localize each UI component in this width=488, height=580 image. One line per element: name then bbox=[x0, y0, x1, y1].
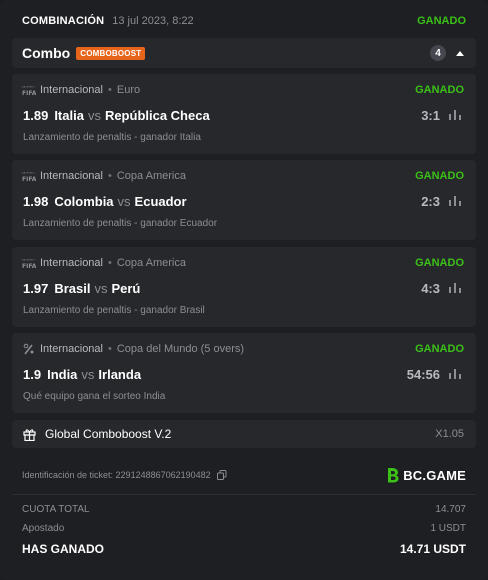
bet-competition: Copa del Mundo (5 overs) bbox=[116, 343, 245, 355]
match-score: 2:3 bbox=[421, 193, 440, 209]
bet-result: GANADO bbox=[415, 257, 464, 269]
bet-league: ᴱᴬˢᴾᴼᴿᵀˢ FIFA Internacional • Copa Americ… bbox=[22, 169, 464, 183]
total-odds-row: CUOTA TOTAL 14.707 bbox=[22, 501, 466, 517]
bet-league: ᴱᴬˢᴾᴼᴿᵀˢ FIFA Internacional • Copa Americ… bbox=[22, 256, 464, 270]
away-team[interactable]: Ecuador bbox=[135, 194, 187, 209]
svg-text:FIFA: FIFA bbox=[22, 263, 36, 269]
global-comboboost-row: Global Comboboost V.2 X1.05 bbox=[12, 420, 476, 448]
vs-label: vs bbox=[117, 193, 131, 209]
copy-icon[interactable] bbox=[216, 470, 227, 480]
bet-market: Lanzamiento de penaltis - ganador Ecuado… bbox=[23, 218, 218, 229]
bet-league: ᴱᴬˢᴾᴼᴿᵀˢ FIFA Internacional • Euro GANADO bbox=[22, 83, 464, 97]
stats-icon[interactable] bbox=[448, 108, 462, 122]
bet-competition: Euro bbox=[116, 84, 141, 96]
cricket-icon bbox=[22, 342, 36, 356]
stats-icon[interactable] bbox=[448, 281, 462, 295]
selection-count-badge: 4 bbox=[430, 45, 446, 61]
gift-icon bbox=[22, 427, 36, 441]
bet-type: COMBINACIÓN bbox=[22, 15, 105, 27]
bet-market: Lanzamiento de penaltis - ganador Italia bbox=[23, 132, 201, 143]
bet-category: Internacional bbox=[40, 343, 103, 355]
bcgame-logo: BC.GAME bbox=[386, 467, 466, 483]
match-score: 3:1 bbox=[421, 107, 440, 123]
comboboost-multiplier: X1.05 bbox=[435, 428, 464, 440]
stats-icon[interactable] bbox=[448, 367, 462, 381]
bet-match: 1.89 Italia vs República Checa 3:1 bbox=[23, 106, 462, 124]
comboboost-badge: COMBOBOOST bbox=[76, 46, 146, 60]
vs-label: vs bbox=[81, 366, 95, 382]
bet-market: Lanzamiento de penaltis - ganador Brasil bbox=[23, 305, 205, 316]
total-odds-label: CUOTA TOTAL bbox=[22, 503, 90, 515]
comboboost-label: Global Comboboost V.2 bbox=[45, 427, 172, 441]
vs-label: vs bbox=[87, 107, 101, 123]
ticket-status: GANADO bbox=[417, 15, 466, 27]
bet-result: GANADO bbox=[415, 170, 464, 182]
bet-market: Qué equipo gana el sorteo India bbox=[23, 391, 166, 402]
fifa-icon: ᴱᴬˢᴾᴼᴿᵀˢ FIFA bbox=[22, 256, 36, 270]
home-team[interactable]: India bbox=[47, 367, 77, 382]
bet-ticket-card: COMBINACIÓN 13 jul 2023, 8:22 GANADO Com… bbox=[0, 0, 488, 580]
away-team[interactable]: Perú bbox=[111, 281, 140, 296]
fifa-icon: ᴱᴬˢᴾᴼᴿᵀˢ FIFA bbox=[22, 83, 36, 97]
bet-match: 1.98 Colombia vs Ecuador 2:3 bbox=[23, 192, 462, 210]
bet-selection: Internacional • Copa del Mundo (5 overs)… bbox=[12, 333, 476, 413]
bet-selection: ᴱᴬˢᴾᴼᴿᵀˢ FIFA Internacional • Copa Americ… bbox=[12, 160, 476, 240]
bet-result: GANADO bbox=[415, 343, 464, 355]
bet-competition: Copa America bbox=[116, 170, 186, 182]
bet-odds: 1.9 bbox=[23, 366, 42, 382]
total-odds-value: 14.707 bbox=[435, 503, 466, 515]
summary-divider bbox=[12, 494, 476, 495]
match-score: 54:56 bbox=[406, 366, 440, 382]
home-team[interactable]: Colombia bbox=[54, 194, 113, 209]
svg-text:FIFA: FIFA bbox=[22, 176, 36, 182]
home-team[interactable]: Brasil bbox=[54, 281, 90, 296]
away-team[interactable]: República Checa bbox=[105, 108, 210, 123]
home-team[interactable]: Italia bbox=[54, 108, 84, 123]
ticket-header: COMBINACIÓN 13 jul 2023, 8:22 GANADO bbox=[22, 12, 466, 30]
winnings-row: HAS GANADO 14.71 USDT bbox=[22, 541, 466, 557]
bet-odds: 1.98 bbox=[23, 193, 49, 209]
staked-label: Apostado bbox=[22, 522, 65, 534]
bet-odds: 1.89 bbox=[23, 107, 49, 123]
ticket-id: Identificación de ticket: 22912488670621… bbox=[22, 470, 211, 480]
bet-category: Internacional bbox=[40, 84, 103, 96]
staked-value: 1 USDT bbox=[430, 522, 466, 534]
bet-competition: Copa America bbox=[116, 257, 186, 269]
bet-match: 1.9 India vs Irlanda 54:56 bbox=[23, 365, 462, 383]
combo-toggle[interactable]: Combo COMBOBOOST 4 bbox=[12, 38, 476, 68]
brand-name: BC.GAME bbox=[403, 467, 466, 483]
svg-text:FIFA: FIFA bbox=[22, 90, 36, 96]
winnings-value: 14.71 USDT bbox=[399, 542, 466, 556]
bet-match: 1.97 Brasil vs Perú 4:3 bbox=[23, 279, 462, 297]
staked-row: Apostado 1 USDT bbox=[22, 520, 466, 536]
bet-date: 13 jul 2023, 8:22 bbox=[112, 15, 194, 27]
away-team[interactable]: Irlanda bbox=[98, 367, 141, 382]
bet-category: Internacional bbox=[40, 170, 103, 182]
bet-league: Internacional • Copa del Mundo (5 overs)… bbox=[22, 342, 464, 356]
stats-icon[interactable] bbox=[448, 194, 462, 208]
combo-title: Combo bbox=[22, 45, 71, 61]
ticket-id-row: Identificación de ticket: 22912488670621… bbox=[22, 466, 466, 484]
vs-label: vs bbox=[94, 280, 108, 296]
bet-odds: 1.97 bbox=[23, 280, 49, 296]
bet-selection: ᴱᴬˢᴾᴼᴿᵀˢ FIFA Internacional • Copa Americ… bbox=[12, 247, 476, 327]
collapse-caret-icon[interactable] bbox=[456, 50, 464, 56]
bet-category: Internacional bbox=[40, 257, 103, 269]
fifa-icon: ᴱᴬˢᴾᴼᴿᵀˢ FIFA bbox=[22, 169, 36, 183]
winnings-label: HAS GANADO bbox=[22, 542, 105, 556]
bet-result: GANADO bbox=[415, 84, 464, 96]
match-score: 4:3 bbox=[421, 280, 440, 296]
bet-selection: ᴱᴬˢᴾᴼᴿᵀˢ FIFA Internacional • Euro GANADO… bbox=[12, 74, 476, 154]
